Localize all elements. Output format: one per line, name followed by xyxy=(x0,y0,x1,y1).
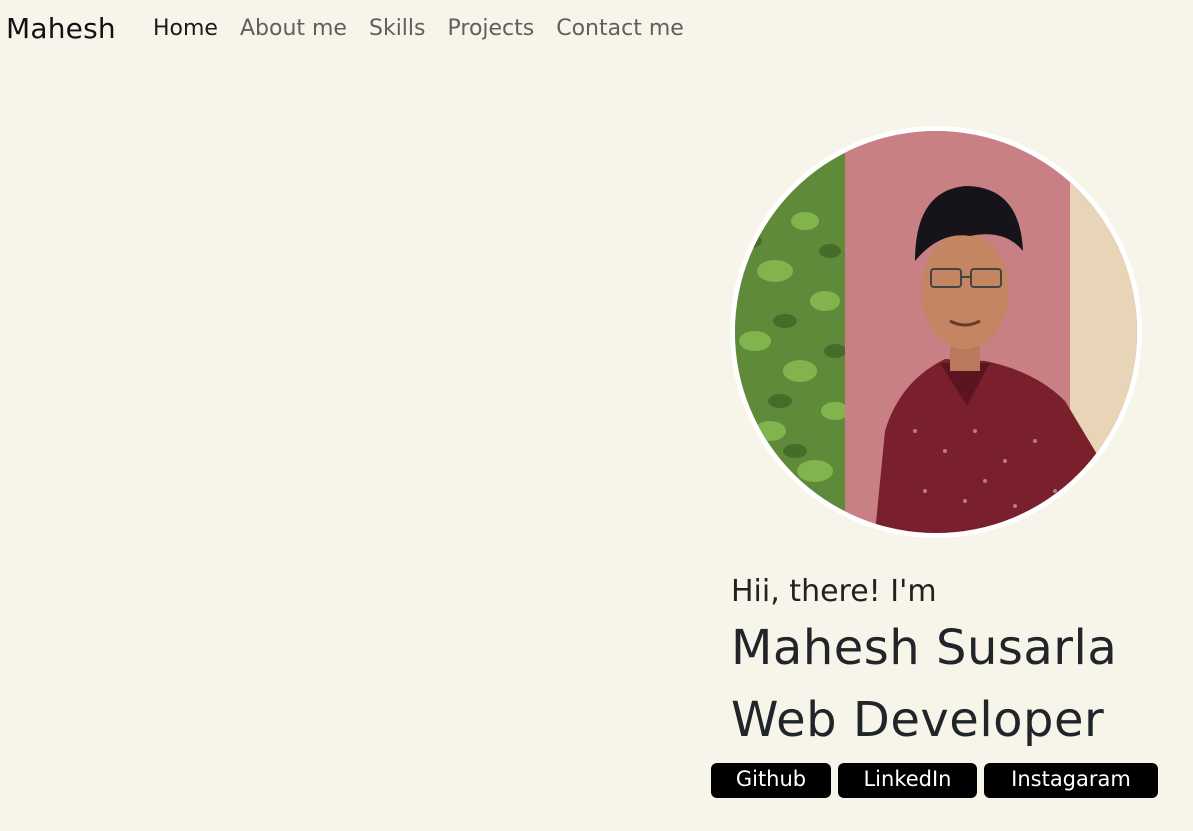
nav-skills-link[interactable]: Skills xyxy=(369,16,426,41)
profile-photo-illustration xyxy=(735,131,1137,533)
hero-role: Web Developer xyxy=(731,692,1105,748)
nav-contact-link[interactable]: Contact me xyxy=(556,16,684,41)
nav-menu: Home About me Skills Projects Contact me xyxy=(153,16,706,41)
instagram-button[interactable]: Instagaram xyxy=(984,763,1158,798)
hero-name: Mahesh Susarla xyxy=(731,620,1118,676)
github-button[interactable]: Github xyxy=(711,763,831,798)
social-links: Github LinkedIn Instagaram xyxy=(711,763,1158,798)
navbar: Mahesh Home About me Skills Projects Con… xyxy=(0,0,1193,62)
nav-home-link[interactable]: Home xyxy=(153,16,218,41)
nav-about-link[interactable]: About me xyxy=(240,16,347,41)
profile-photo-frame xyxy=(730,126,1142,538)
brand-link[interactable]: Mahesh xyxy=(6,12,116,45)
profile-photo xyxy=(735,131,1137,533)
hero-greeting: Hii, there! I'm xyxy=(731,574,937,609)
nav-projects-link[interactable]: Projects xyxy=(448,16,535,41)
linkedin-button[interactable]: LinkedIn xyxy=(838,763,977,798)
